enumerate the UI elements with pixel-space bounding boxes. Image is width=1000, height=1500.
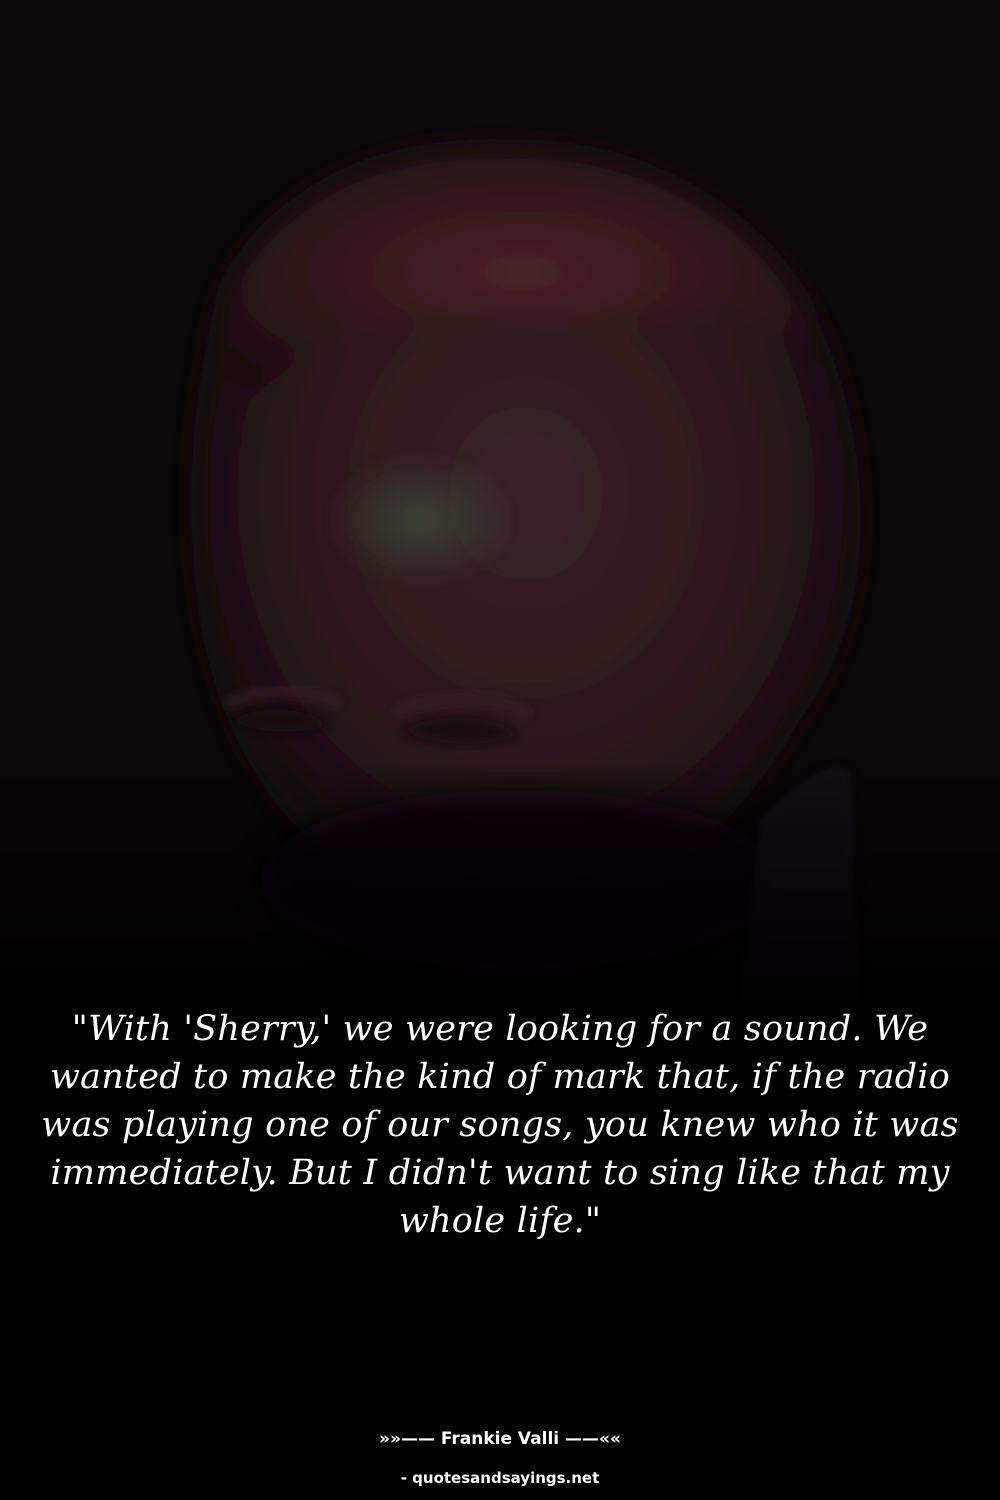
author-line: »»—— Frankie Valli ——«« [378, 1429, 621, 1449]
source-watermark: - quotesandsayings.net [400, 1469, 600, 1487]
quote-text: "With 'Sherry,' we were looking for a so… [41, 1009, 959, 1241]
quote-card: "With 'Sherry,' we were looking for a so… [0, 0, 1000, 1500]
